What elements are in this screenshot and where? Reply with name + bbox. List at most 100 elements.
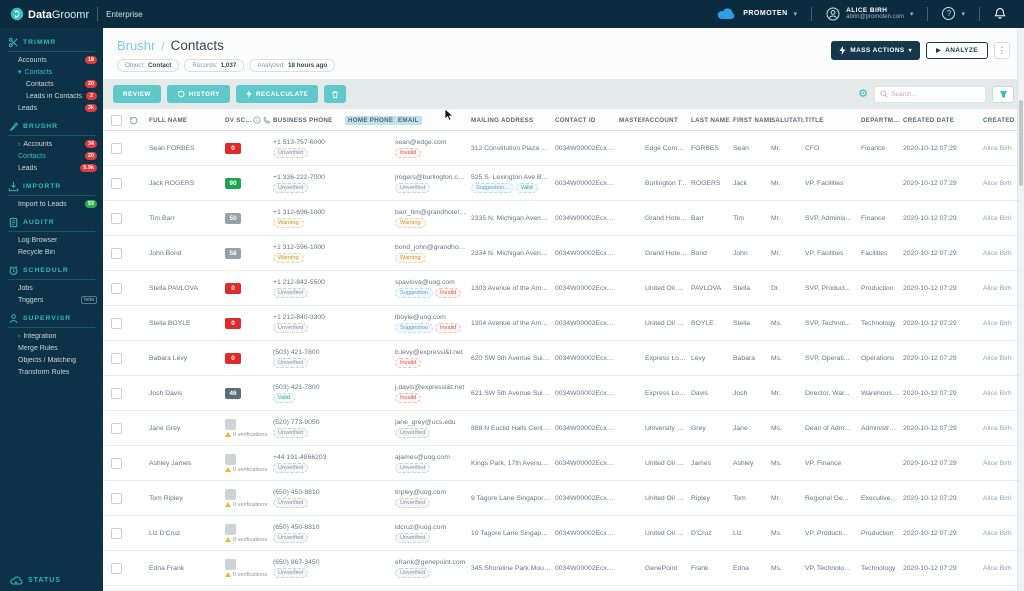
column-header-department[interactable]: DEPARTM... xyxy=(861,117,903,124)
mass-actions-button[interactable]: MASS ACTIONS ▾ xyxy=(831,41,921,60)
row-checkbox[interactable] xyxy=(111,142,122,154)
sidebar-section-header-supervisr[interactable]: SUPERVISR xyxy=(0,310,103,326)
gear-icon[interactable]: ⚙ xyxy=(858,88,868,100)
sidebar-item-accounts[interactable]: Accounts 18 xyxy=(0,54,103,66)
row-checkbox[interactable] xyxy=(111,352,122,364)
row-checkbox[interactable] xyxy=(111,247,122,259)
row-checkbox[interactable] xyxy=(111,457,122,469)
sidebar-item-leads[interactable]: Leads 5.9k xyxy=(0,162,103,174)
scrollbar-thumb[interactable] xyxy=(1019,100,1023,186)
row-checkbox[interactable] xyxy=(111,282,122,294)
column-header-salutation[interactable]: SALUTATI... xyxy=(771,117,805,124)
chevron-down-icon[interactable]: ▾ xyxy=(961,10,965,18)
sidebar-item-contacts[interactable]: Contacts 20 xyxy=(0,150,103,162)
sidebar-section-header-brushr[interactable]: BRUSHR xyxy=(0,118,103,134)
analyze-button[interactable]: ▶ ANALYZE xyxy=(926,42,988,59)
column-header-contact_id[interactable]: CONTACT ID xyxy=(555,117,619,124)
row-checkbox[interactable] xyxy=(111,317,122,329)
column-header-created_date[interactable]: CREATED DATE xyxy=(903,117,983,124)
row-checkbox[interactable] xyxy=(111,387,122,399)
sidebar-item-integration[interactable]: › Integration xyxy=(0,330,103,342)
more-options-button[interactable]: ⋮ xyxy=(994,42,1010,59)
sidebar-item-leads-in-contacts[interactable]: Leads in Contacts 2 xyxy=(0,90,103,102)
table-row[interactable]: Tim Barr 50 +1 312-696-1000 Warning barr_tim… xyxy=(103,201,1024,236)
user-menu[interactable]: ALICE BIRH abrin@promoten.com xyxy=(846,7,904,22)
sidebar-item-contacts[interactable]: Contacts 20 xyxy=(0,78,103,90)
table-row[interactable]: Ashley James 0 verifications +44 191-48662… xyxy=(103,446,1024,481)
table-row[interactable]: Jane Grey 0 verifications (520) 773-9050 Un… xyxy=(103,411,1024,446)
sidebar-section-header-auditr[interactable]: AUDITR xyxy=(0,214,103,230)
table-row[interactable]: Josh Davis 46 (503) 421-7800 Valid j.davis@e… xyxy=(103,376,1024,411)
row-checkbox[interactable] xyxy=(111,212,122,224)
column-header-mailing_address[interactable]: MAILING ADDRESS xyxy=(471,117,555,124)
table-row[interactable]: Babara Levy 0 (503) 421-7800 Unverified b.le… xyxy=(103,341,1024,376)
sidebar-item-import-to-leads[interactable]: Import to Leads 93 xyxy=(0,198,103,210)
table-row[interactable]: Jack ROGERS 90 +1 336-222-7000 Unverified jr… xyxy=(103,166,1024,201)
table-row[interactable]: Avi Green0 verifications(212) 842-5500ag… xyxy=(103,586,1024,591)
sidebar-section-header-importr[interactable]: IMPORTR xyxy=(0,178,103,194)
search-input[interactable] xyxy=(891,90,980,98)
filter-button[interactable] xyxy=(992,85,1014,103)
sidebar-item-leads[interactable]: Leads 3k xyxy=(0,102,103,114)
sidebar-item-jobs[interactable]: Jobs xyxy=(0,282,103,294)
column-label: DEPARTM... xyxy=(861,116,900,124)
sidebar-section-schedulr: SCHEDULR Jobs Triggers beta xyxy=(0,262,103,306)
history-button[interactable]: HISTORY xyxy=(166,85,230,103)
table-row[interactable]: Edna Frank 0 verifications (650) 867-3450 U… xyxy=(103,551,1024,586)
table-row[interactable]: Stella PAVLOVA 0 +1 212-842-5500 Unverified… xyxy=(103,271,1024,306)
row-checkbox[interactable] xyxy=(111,177,122,189)
sidebar-item-objects-matching[interactable]: Objects / Matching xyxy=(0,354,103,366)
sidebar-section-header-schedulr[interactable]: SCHEDULR xyxy=(0,262,103,278)
select-all-checkbox[interactable] xyxy=(111,114,122,126)
sidebar-item-log-browser[interactable]: Log Browser xyxy=(0,234,103,246)
vertical-scrollbar[interactable] xyxy=(1017,28,1024,591)
row-checkbox[interactable] xyxy=(111,422,122,434)
dv-score-badge: 0 xyxy=(225,352,241,364)
column-header-home_phone[interactable]: HOME PHONE xyxy=(345,115,395,125)
column-header-full_name[interactable]: FULL NAME xyxy=(149,117,225,124)
column-header-dv_score[interactable]: DV SC... xyxy=(225,116,273,124)
sidebar-section-header-trimmr[interactable]: TRIMMR xyxy=(0,34,103,50)
table-row[interactable]: Liz D'Cruz 0 verifications (650) 450-8810 U… xyxy=(103,516,1024,551)
sidebar-item-merge-rules[interactable]: Merge Rules xyxy=(0,342,103,354)
column-header-first_name[interactable]: FIRST NAME xyxy=(733,117,771,124)
help-icon[interactable]: ? xyxy=(942,7,956,21)
cell-mailing-address: Kings Park, 17th Avenue, Team Valley ... xyxy=(471,460,555,467)
column-header-title[interactable]: TITLE xyxy=(805,117,861,124)
cell-dv-score: 0 verifications xyxy=(225,418,273,438)
delete-button[interactable] xyxy=(324,85,347,103)
history-icon xyxy=(129,116,138,125)
row-checkbox[interactable] xyxy=(111,562,122,574)
cell-business-phone: +1 212-840-3300 Unverified xyxy=(273,314,345,333)
column-header-last_name[interactable]: LAST NAME xyxy=(691,117,733,124)
column-header-email[interactable]: EMAIL xyxy=(395,115,471,125)
column-header-account[interactable]: ACCOUNT xyxy=(645,117,691,124)
row-checkbox[interactable] xyxy=(111,492,122,504)
org-switcher[interactable]: PROMOTEN xyxy=(743,10,787,17)
sidebar-item-transform-rules[interactable]: Transform Rules xyxy=(0,366,103,378)
table-row[interactable]: Sean FORBES 0 +1 513-757-6000 Unverified sea… xyxy=(103,131,1024,166)
row-checkbox[interactable] xyxy=(111,527,122,539)
sidebar-item-recycle-bin[interactable]: Recycle Bin xyxy=(0,246,103,258)
sidebar-item-triggers[interactable]: Triggers beta xyxy=(0,294,103,306)
table-row[interactable]: Tom Ripley 0 verifications (650) 450-8810 U… xyxy=(103,481,1024,516)
column-header-master[interactable]: MASTER R... xyxy=(619,117,645,124)
recalculate-button[interactable]: RECALCULATE xyxy=(236,85,319,103)
status-pill-unverified: Unverified xyxy=(395,182,431,193)
table-row[interactable]: Stella BOYLE 0 +1 212-840-3300 Unverified lb… xyxy=(103,306,1024,341)
column-header-business_phone[interactable]: BUSINESS PHONE xyxy=(273,117,345,124)
review-button[interactable]: REVIEW xyxy=(113,85,161,103)
sidebar-item-accounts[interactable]: › Accounts 34 xyxy=(0,138,103,150)
column-header-history[interactable] xyxy=(129,116,149,125)
sidebar-item-contacts[interactable]: ▾ Contacts xyxy=(0,66,103,78)
breadcrumb-module[interactable]: Brushr xyxy=(117,38,155,53)
import-icon xyxy=(8,181,19,192)
chevron-down-icon[interactable]: ▾ xyxy=(910,10,914,18)
cell-contact-id: 0034W00002Ecx6JQAB xyxy=(555,529,619,537)
chevron-down-icon[interactable]: ▾ xyxy=(794,10,798,18)
bell-icon[interactable] xyxy=(994,7,1006,20)
sidebar-item-status[interactable]: STATUS xyxy=(0,575,103,585)
table-row[interactable]: John Bond 58 +1 312-596-1000 Warning bond_jo… xyxy=(103,236,1024,271)
app-logo[interactable]: DataGroomr xyxy=(10,5,89,23)
cell-mailing-address: 621 SW 5th Avenue Suite 400 Portlan... xyxy=(471,390,555,397)
